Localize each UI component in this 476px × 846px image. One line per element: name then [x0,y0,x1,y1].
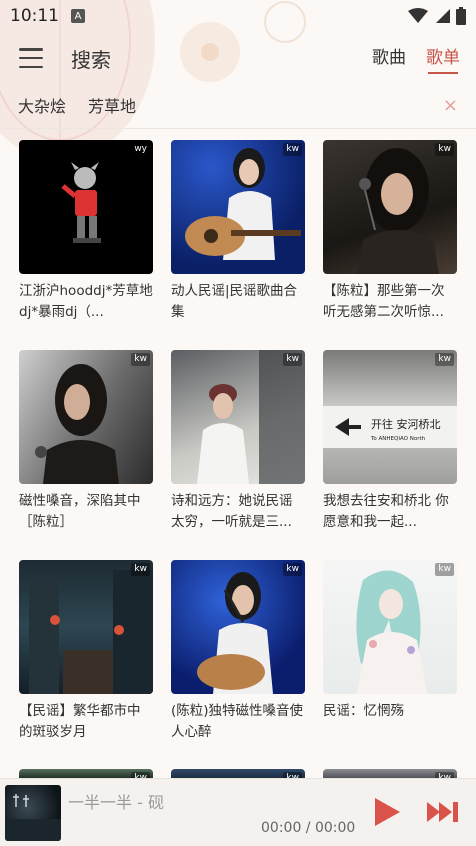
playlist-title: 我想去往安和桥北 你愿意和我一起... [323,493,449,530]
playlist-cover: kw [171,560,305,694]
tab-songs[interactable]: 歌曲 [372,43,406,74]
playlist-card[interactable]: wy 江浙沪hooddj*芳草地dj*暴雨dj（... [19,140,153,350]
play-icon[interactable] [372,796,402,828]
now-playing-cover[interactable] [5,785,61,841]
sign-text-top: 开往 安河桥北 [371,417,441,431]
divider [0,128,476,129]
source-badge: kw [435,353,454,366]
playlist-cover: kw [171,140,305,274]
playlist-card[interactable]: kw 【民谣】繁华都市中的斑驳岁月 [19,560,153,770]
playback-time: 00:00 / 00:00 [261,820,356,836]
mini-player[interactable]: 一半一半 - 砚 00:00 / 00:00 [0,778,476,846]
playlist-cover: kw [323,560,457,694]
source-badge: kw [283,353,302,366]
source-badge: kw [131,353,150,366]
playlist-title: 【陈粒】那些第一次听无感第二次听惊... [323,283,445,320]
playlist-card[interactable]: kw 动人民谣|民谣歌曲合集 [171,140,305,350]
playlist-cover: kw [323,140,457,274]
page-title: 搜索 [71,47,111,72]
next-track-icon[interactable] [426,800,460,824]
playlist-cover: kw [19,350,153,484]
playlist-title: 诗和远方：她说民谣太穷，一听就是三... [171,493,293,530]
now-playing-title: 一半一半 - 砚 [68,793,164,812]
source-badge: wy [131,143,150,156]
history-chip[interactable]: 大杂烩 [18,93,66,117]
playlist-title: (陈粒)独特磁性嗓音使人心醉 [171,703,304,740]
playlist-title: 民谣：忆惘殇 [323,703,404,719]
source-badge: kw [283,143,302,156]
playlist-title: 动人民谣|民谣歌曲合集 [171,283,298,320]
history-chip[interactable]: 芳草地 [88,93,136,117]
playlist-card[interactable]: kw (陈粒)独特磁性嗓音使人心醉 [171,560,305,770]
wifi-icon [408,8,428,23]
playlist-card[interactable]: kw 民谣：忆惘殇 [323,560,457,770]
app-header: 搜索 歌曲 歌单 [0,36,476,80]
battery-icon [456,7,466,25]
playlist-cover: 开往 安河桥北 To ANHEQIAO North kw [323,350,457,484]
playlist-card[interactable]: kw 磁性嗓音，深陷其中［陈粒］ [19,350,153,560]
notification-icon: A [71,9,85,23]
source-badge: kw [131,563,150,576]
source-badge: kw [435,563,454,576]
menu-icon[interactable] [19,48,43,68]
playlist-cover: kw [171,350,305,484]
tab-playlists[interactable]: 歌单 [426,43,460,74]
sign-text-bottom: To ANHEQIAO North [370,436,426,442]
playlist-card[interactable]: kw 【陈粒】那些第一次听无感第二次听惊... [323,140,457,350]
signal-icon [436,9,450,23]
status-icons [408,7,466,25]
playlist-grid: wy 江浙沪hooddj*芳草地dj*暴雨dj（... kw 动人民谣|民谣歌曲… [19,140,459,770]
source-badge: kw [283,563,302,576]
clear-history-icon[interactable]: × [443,95,458,116]
source-badge: kw [435,143,454,156]
playlist-cover: wy [19,140,153,274]
status-bar: 10:11 A [0,0,476,32]
type-tabs: 歌曲 歌单 [372,43,460,74]
playlist-cover: kw [19,560,153,694]
playlist-card[interactable]: 开往 安河桥北 To ANHEQIAO North kw 我想去往安和桥北 你愿… [323,350,457,560]
playlist-card[interactable]: kw 诗和远方：她说民谣太穷，一听就是三... [171,350,305,560]
playlist-title: 磁性嗓音，深陷其中［陈粒］ [19,493,141,530]
playlist-title: 【民谣】繁华都市中的斑驳岁月 [19,703,141,740]
search-history: 大杂烩 芳草地 × [0,86,476,124]
playlist-title: 江浙沪hooddj*芳草地dj*暴雨dj（... [19,283,153,320]
status-time: 10:11 [10,6,59,26]
